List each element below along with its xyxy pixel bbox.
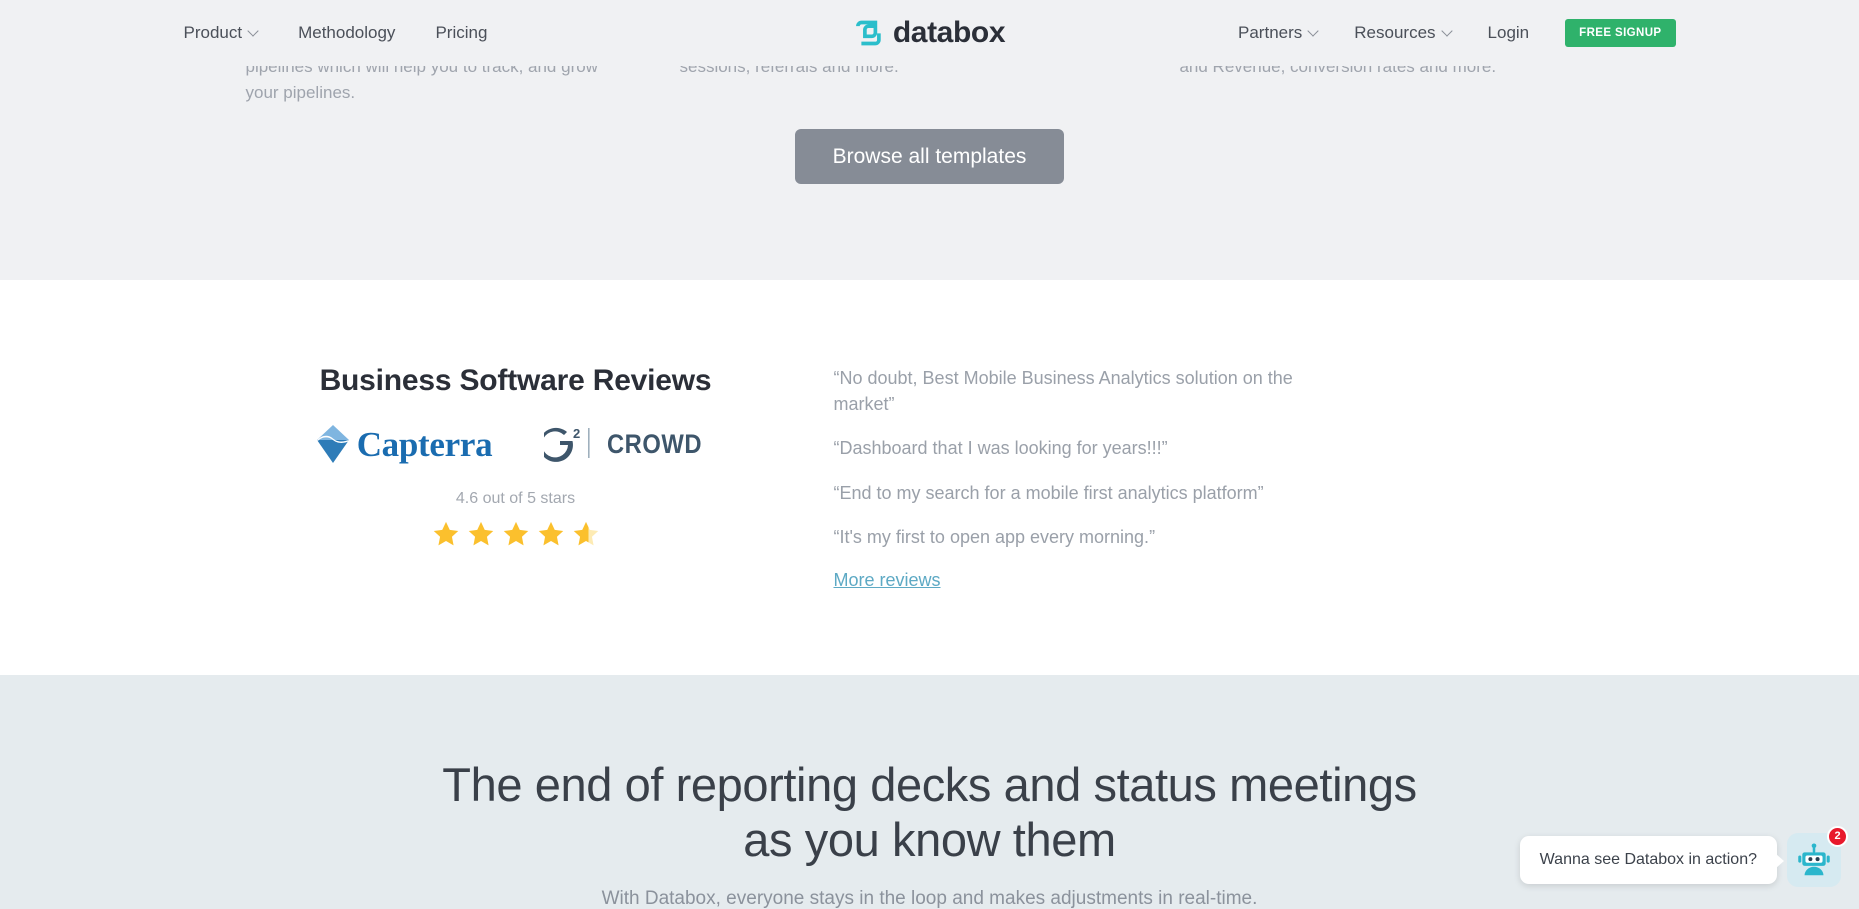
capterra-logo-text: Capterra [356,424,493,464]
databox-logo-icon [855,20,881,46]
nav-item-resources-label: Resources [1354,23,1436,42]
star-icon [433,521,458,546]
review-quote: “It's my first to open app every morning… [833,527,1156,548]
reviews-right-column: “No doubt, Best Mobile Business Analytic… [800,364,1680,591]
star-rating [232,520,800,548]
reviews-title: Business Software Reviews [319,364,712,397]
nav-item-methodology[interactable]: Methodology [298,23,395,43]
rating-text: 4.6 out of 5 stars [455,490,576,507]
star-icon [503,521,528,546]
review-quote: “End to my search for a mobile first ana… [833,482,1264,503]
g2-mark-icon: 2 [544,426,590,462]
databox-logo-text: databox [892,16,1006,49]
g2crowd-logo[interactable]: 2 CROWD [544,424,715,464]
page-root: pipelines which will help you to track, … [0,0,1859,909]
nav-item-partners-label: Partners [1238,23,1303,42]
cta-subtitle: With Databox, everyone stays in the loop… [601,887,1258,909]
business-software-reviews-section: Business Software Reviews Capterra 2 CRO… [0,280,1859,675]
nav-item-pricing[interactable]: Pricing [435,23,487,43]
databox-logo[interactable]: databox [854,16,1006,49]
header-inner: Product Methodology Pricing databox Part… [180,0,1680,66]
chat-widget: Wanna see Databox in action? 2 [1519,826,1848,887]
chevron-down-icon [1309,27,1318,36]
site-header: Product Methodology Pricing databox Part… [0,0,1859,66]
nav-item-login[interactable]: Login [1488,23,1530,43]
star-icon [468,521,493,546]
svg-text:2: 2 [573,426,580,441]
browse-templates-wrap: Browse all templates [0,128,1859,184]
free-signup-button[interactable]: FREE SIGNUP [1565,19,1676,47]
more-reviews-link[interactable]: More reviews [834,570,941,591]
review-quote: “No doubt, Best Mobile Business Analytic… [833,368,1293,414]
cta-title-line-1: The end of reporting decks and status me… [442,758,1417,811]
nav-item-product[interactable]: Product [184,23,259,43]
browse-all-templates-button[interactable]: Browse all templates [794,128,1065,184]
chat-launcher-button[interactable]: 2 [1787,826,1848,887]
star-icon [538,521,563,546]
chat-unread-badge: 2 [1827,826,1848,847]
nav-item-partners[interactable]: Partners [1238,23,1318,43]
review-platform-badges: Capterra 2 CROWD [232,424,800,464]
robot-chat-icon [1798,843,1830,876]
chevron-down-icon [249,27,258,36]
nav-item-resources[interactable]: Resources [1354,23,1451,43]
chevron-down-icon [1443,27,1452,36]
review-quote: “Dashboard that I was looking for years!… [833,438,1168,459]
primary-nav-right: Partners Resources Login FREE SIGNUP [1238,19,1679,47]
nav-item-product-label: Product [183,23,243,42]
star-half-icon [573,521,598,546]
reviews-inner: Business Software Reviews Capterra 2 CRO… [180,280,1680,591]
cta-title-line-2: as you know them [743,813,1116,867]
g2crowd-logo-text: CROWD [607,428,703,459]
capterra-diamond-icon [316,425,349,463]
chat-message-bubble[interactable]: Wanna see Databox in action? [1519,836,1785,884]
reviews-left-column: Business Software Reviews Capterra 2 CRO… [180,364,800,591]
primary-nav-left: Product Methodology Pricing [180,23,488,43]
capterra-logo[interactable]: Capterra [316,424,493,464]
